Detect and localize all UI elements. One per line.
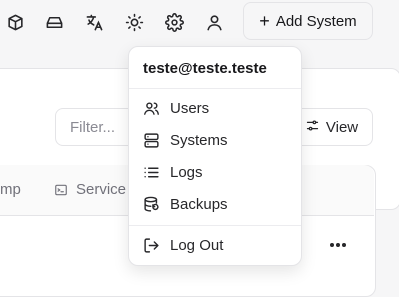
log-out-icon bbox=[144, 237, 159, 253]
column-header-mp[interactable]: mp bbox=[0, 181, 21, 198]
view-button[interactable]: View bbox=[290, 108, 373, 146]
database-backup-icon bbox=[144, 196, 159, 212]
add-system-button[interactable]: + Add System bbox=[243, 2, 373, 40]
menu-item-backups[interactable]: Backups bbox=[135, 189, 295, 219]
top-bar: + Add System bbox=[0, 0, 399, 46]
plus-icon: + bbox=[259, 10, 270, 31]
package-icon[interactable] bbox=[1, 8, 29, 36]
menu-item-logs-label: Logs bbox=[170, 163, 203, 181]
menu-item-logs[interactable]: Logs bbox=[135, 157, 295, 187]
users-icon bbox=[144, 101, 159, 115]
menu-item-users-label: Users bbox=[170, 99, 210, 117]
menu-item-systems[interactable]: Systems bbox=[135, 125, 295, 155]
terminal-icon bbox=[55, 184, 67, 195]
server-icon bbox=[144, 132, 159, 148]
settings-gear-icon[interactable] bbox=[160, 8, 188, 36]
menu-item-logout[interactable]: Log Out bbox=[135, 230, 295, 260]
menu-item-logout-label: Log Out bbox=[170, 236, 224, 254]
languages-icon[interactable] bbox=[80, 8, 108, 36]
view-label: View bbox=[325, 118, 359, 136]
user-icon[interactable] bbox=[200, 8, 228, 36]
menu-divider bbox=[129, 88, 301, 89]
menu-item-users[interactable]: Users bbox=[135, 93, 295, 123]
row-actions-button[interactable] bbox=[326, 233, 350, 257]
more-horizontal-icon bbox=[330, 243, 346, 247]
list-icon bbox=[144, 167, 159, 177]
user-email: teste@teste.teste bbox=[143, 60, 267, 77]
column-header-service-label: Service bbox=[76, 181, 127, 198]
menu-item-systems-label: Systems bbox=[170, 131, 228, 149]
hard-drive-icon[interactable] bbox=[40, 8, 68, 36]
sliders-icon bbox=[305, 118, 320, 137]
menu-divider bbox=[129, 225, 301, 226]
menu-item-backups-label: Backups bbox=[170, 195, 228, 213]
theme-sun-icon[interactable] bbox=[120, 8, 148, 36]
add-system-label: Add System bbox=[275, 12, 357, 30]
column-header-service[interactable]: Service bbox=[54, 181, 126, 198]
user-menu: teste@teste.teste Users Systems Logs Bac… bbox=[128, 46, 302, 266]
